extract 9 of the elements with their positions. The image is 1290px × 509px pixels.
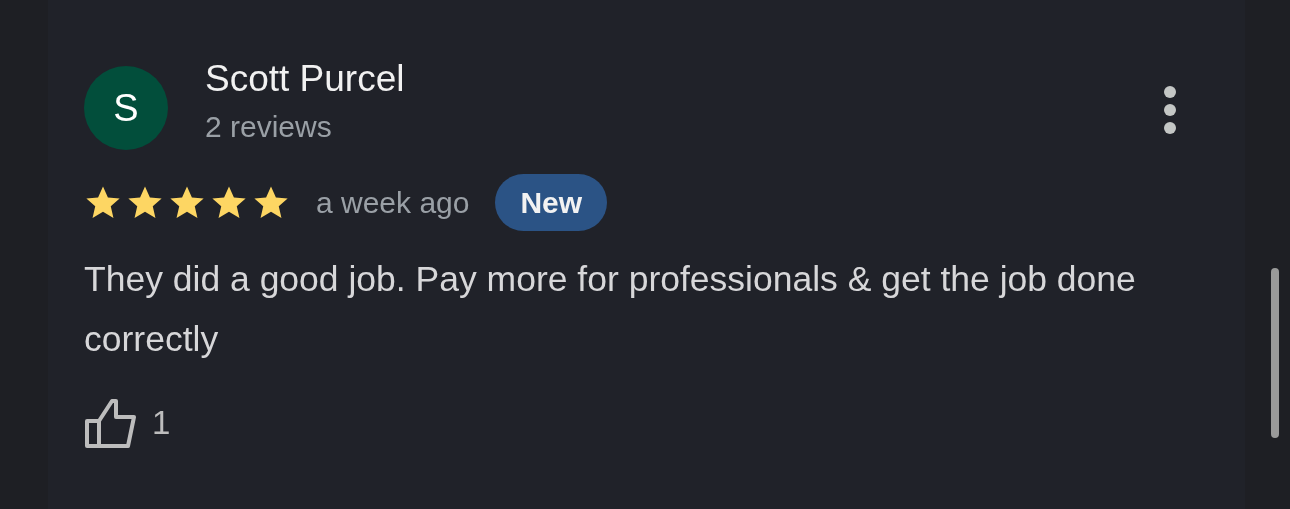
new-badge: New: [495, 174, 608, 231]
like-count: 1: [152, 403, 171, 444]
more-options-icon[interactable]: [1161, 85, 1179, 135]
review-time: a week ago: [316, 185, 470, 221]
author-name[interactable]: Scott Purcel: [205, 56, 405, 102]
review-text: They did a good job. Pay more for professionals & get the job done correctly: [84, 258, 1137, 361]
scrollbar[interactable]: [1271, 268, 1279, 438]
review-count: 2 reviews: [205, 109, 333, 146]
avatar[interactable]: S: [84, 66, 168, 150]
